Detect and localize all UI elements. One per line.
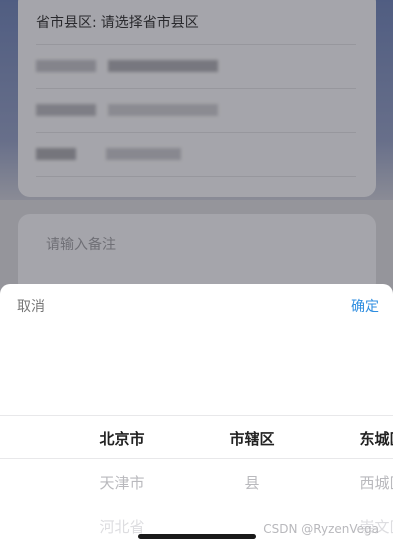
region-picker-sheet: 取消 确定 北京市 天津市 河北省 市辖区 县 东城区 西城区 崇文区 [0, 284, 393, 547]
city-option[interactable]: 县 [197, 472, 307, 493]
picker-highlight-top-line [0, 415, 393, 416]
district-option-selected[interactable]: 东城区 [327, 428, 393, 449]
city-option-selected[interactable]: 市辖区 [197, 428, 307, 449]
confirm-button[interactable]: 确定 [351, 296, 379, 316]
watermark: CSDN @RyzenVega [263, 522, 379, 536]
district-option[interactable]: 西城区 [327, 472, 393, 493]
home-indicator[interactable] [138, 534, 256, 539]
cancel-button[interactable]: 取消 [17, 296, 45, 316]
province-option[interactable]: 天津市 [67, 472, 177, 493]
picker-highlight-bottom-line [0, 458, 393, 459]
province-option-selected[interactable]: 北京市 [67, 428, 177, 449]
